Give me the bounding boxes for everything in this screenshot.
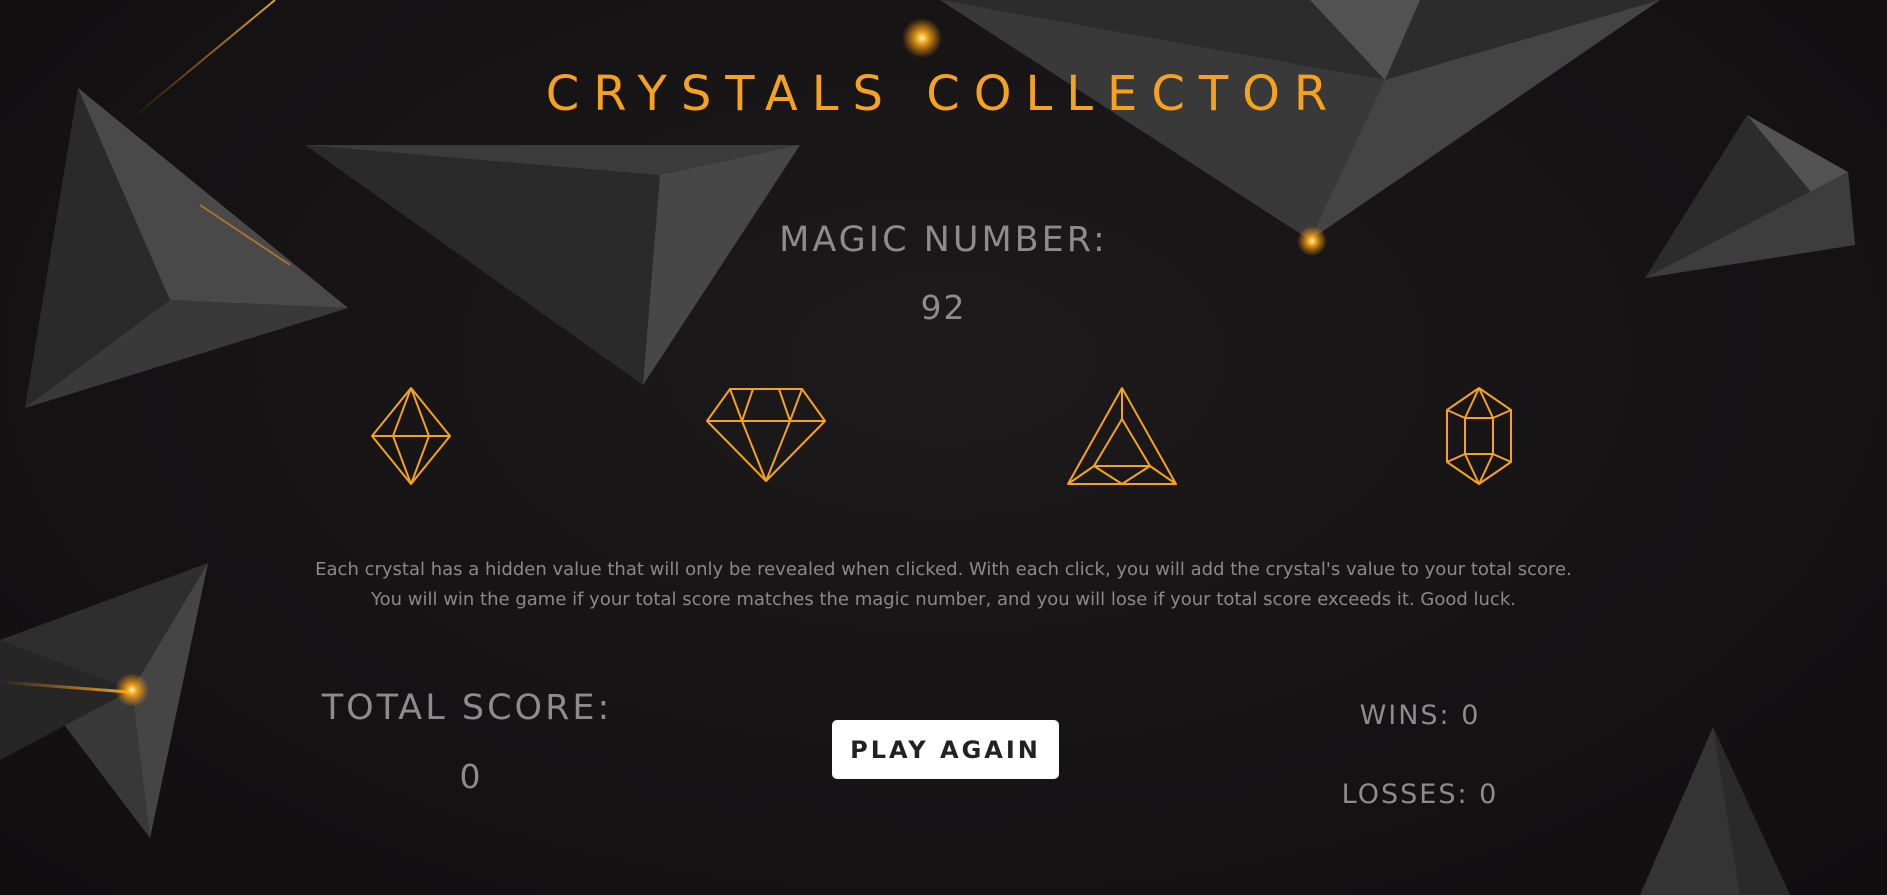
hexagonal-prism-crystal-button[interactable] bbox=[1445, 386, 1513, 486]
game-screen: CRYSTALS COLLECTOR MAGIC NUMBER: 92 Each… bbox=[0, 0, 1887, 895]
magic-number-value: 92 bbox=[920, 288, 967, 327]
magic-number-label: MAGIC NUMBER: bbox=[779, 220, 1108, 260]
game-title: CRYSTALS COLLECTOR bbox=[545, 66, 1342, 122]
pyramid-crystal-button[interactable] bbox=[1066, 386, 1178, 486]
total-score-value: 0 bbox=[459, 757, 481, 796]
instructions-line-1: Each crystal has a hidden value that wil… bbox=[315, 559, 1572, 580]
game-instructions: Each crystal has a hidden value that wil… bbox=[300, 555, 1587, 615]
pyramid-crystal-icon bbox=[1067, 387, 1177, 485]
instructions-line-2: You will win the game if your total scor… bbox=[371, 589, 1516, 610]
diamond-crystal-button[interactable] bbox=[705, 387, 827, 483]
octahedron-crystal-button[interactable] bbox=[370, 386, 452, 486]
octahedron-crystal-icon bbox=[371, 387, 451, 485]
play-again-button[interactable]: PLAY AGAIN bbox=[832, 720, 1059, 779]
losses-counter: LOSSES: 0 bbox=[1341, 779, 1499, 810]
diamond-crystal-icon bbox=[706, 388, 826, 482]
wins-counter: WINS: 0 bbox=[1359, 700, 1481, 731]
hexagonal-prism-crystal-icon bbox=[1446, 387, 1512, 485]
total-score-label: TOTAL SCORE: bbox=[321, 688, 613, 728]
